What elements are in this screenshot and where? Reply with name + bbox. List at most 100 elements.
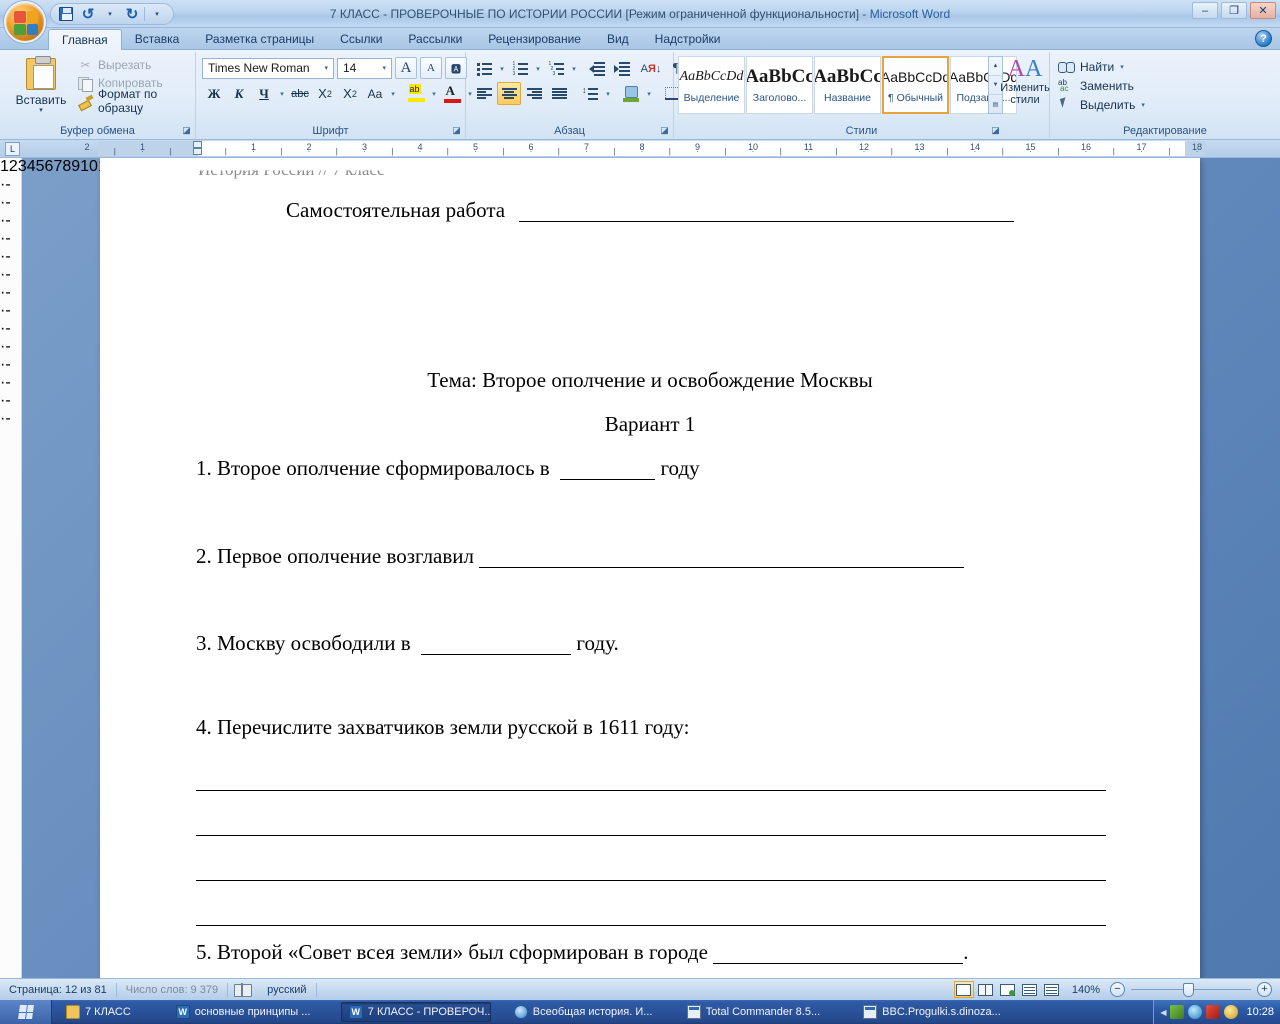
save-icon[interactable] (56, 5, 76, 23)
zoom-slider[interactable] (1131, 982, 1251, 997)
justify-button[interactable] (547, 82, 571, 105)
highlight-dropdown-icon[interactable]: ▾ (429, 90, 439, 98)
document-line-topic[interactable]: Тема: Второе ополчение и освобождение Мо… (100, 222, 1200, 391)
view-print-layout-button[interactable] (953, 981, 974, 998)
view-outline-button[interactable] (1020, 981, 1040, 998)
find-button[interactable]: Найти ▾ (1058, 57, 1188, 76)
tab-glavnaya[interactable]: Главная (48, 29, 122, 50)
font-name-combobox[interactable]: Times New Roman ▾ (202, 57, 334, 79)
zoom-slider-thumb[interactable] (1183, 983, 1194, 997)
shading-dropdown-icon[interactable]: ▾ (644, 90, 654, 98)
undo-dropdown-icon[interactable]: ▾ (100, 5, 120, 23)
align-right-button[interactable] (522, 82, 546, 105)
taskbar-item-total-commander[interactable]: Total Commander 8.5... (679, 1002, 828, 1022)
document-page[interactable]: История России // 7 класс Самостоятельна… (100, 158, 1200, 978)
page-indicator[interactable]: Страница: 12 из 81 (0, 979, 116, 1001)
zoom-level[interactable]: 140% (1064, 984, 1108, 996)
system-clock[interactable]: 10:28 (1242, 1006, 1274, 1018)
tab-nadstroyki[interactable]: Надстройки (642, 28, 734, 50)
document-line-title[interactable]: Самостоятельная работа (100, 182, 1200, 222)
taskbar-item-bbc-progulki[interactable]: BBC.Progulki.s.dinoza... (855, 1002, 1005, 1022)
style-nazvanie[interactable]: AaBbCc Название (814, 56, 881, 114)
sort-button[interactable]: AЯ↓ (639, 57, 663, 80)
paste-button[interactable]: Вставить ▾ (10, 56, 72, 114)
clipboard-dialog-launcher-icon[interactable]: ◪ (181, 125, 192, 136)
styles-dialog-launcher-icon[interactable]: ◪ (990, 125, 1001, 136)
select-dropdown-icon[interactable]: ▾ (1141, 101, 1145, 109)
replace-button[interactable]: Заменить (1058, 76, 1188, 95)
subscript-button[interactable]: X2 (313, 82, 337, 105)
find-dropdown-icon[interactable]: ▾ (1120, 63, 1124, 71)
help-icon[interactable]: ? (1255, 30, 1272, 47)
tab-ssylki[interactable]: Ссылки (327, 28, 395, 50)
zoom-out-button[interactable]: − (1110, 982, 1125, 997)
tray-expand-icon[interactable]: ◀ (1160, 1008, 1166, 1017)
change-case-dropdown-icon[interactable]: ▾ (388, 90, 398, 98)
tab-stop-selector[interactable]: L (5, 142, 20, 156)
shrink-font-button[interactable]: A (420, 57, 442, 79)
hanging-indent-marker[interactable] (193, 148, 202, 155)
change-case-button[interactable]: Aa (363, 82, 387, 105)
grow-font-button[interactable]: A (395, 57, 417, 79)
close-button[interactable]: ✕ (1250, 2, 1276, 19)
multilevel-list-button[interactable]: 123 (544, 57, 568, 80)
tray-icon-2[interactable] (1188, 1005, 1203, 1019)
tray-icon-1[interactable] (1170, 1005, 1185, 1019)
spell-check-icon[interactable] (234, 982, 253, 998)
tab-vid[interactable]: Вид (594, 28, 642, 50)
document-body[interactable]: Самостоятельная работа Тема: Второе опол… (100, 182, 1200, 964)
multilevel-dropdown-icon[interactable]: ▾ (569, 65, 579, 73)
document-line-q5[interactable]: 5. Второй «Совет всея земли» был сформир… (100, 926, 1200, 964)
document-line-q3[interactable]: 3. Москву освободили в году. (100, 568, 1200, 655)
decrease-indent-button[interactable] (585, 57, 609, 80)
superscript-button[interactable]: X2 (338, 82, 362, 105)
start-button[interactable] (0, 1000, 52, 1024)
font-name-dropdown-icon[interactable]: ▾ (321, 64, 331, 72)
underline-dropdown-icon[interactable]: ▾ (277, 90, 287, 98)
redo-icon[interactable]: ↻ (122, 5, 142, 23)
paragraph-dialog-launcher-icon[interactable]: ◪ (659, 125, 670, 136)
horizontal-ruler[interactable]: L 21123456789101112131415161718|·|·|·|·|… (0, 140, 1280, 158)
font-size-combobox[interactable]: 14 ▾ (337, 57, 392, 79)
minimize-button[interactable]: – (1192, 2, 1218, 19)
undo-icon[interactable]: ↺ (78, 5, 98, 23)
format-painter-button[interactable]: Формат по образцу (76, 87, 192, 115)
document-line-q2[interactable]: 2. Первое ополчение возглавил (100, 480, 1200, 568)
increase-indent-button[interactable] (610, 57, 634, 80)
style-obychnyy[interactable]: AaBbCcDd ¶ Обычный (882, 56, 949, 114)
tab-razmetka-stranitsy[interactable]: Разметка страницы (192, 28, 327, 50)
document-line-q1[interactable]: 1. Второе ополчение сформировалось в год… (100, 435, 1200, 480)
underline-button[interactable]: Ч (252, 82, 276, 105)
document-line-variant[interactable]: Вариант 1 (100, 391, 1200, 435)
tray-icon-3[interactable] (1206, 1005, 1221, 1019)
italic-button[interactable]: К (227, 82, 251, 105)
align-center-button[interactable] (497, 82, 521, 105)
document-answer-line-1[interactable] (100, 738, 1200, 791)
taskbar-item-vseobshchaya-istoriya[interactable]: Всеобщая история. И... (506, 1002, 656, 1022)
numbering-button[interactable]: 123 (508, 57, 532, 80)
bullets-button[interactable] (472, 57, 496, 80)
word-count[interactable]: Число слов: 9 379 (117, 979, 227, 1001)
font-size-dropdown-icon[interactable]: ▾ (379, 64, 389, 72)
strikethrough-button[interactable]: abc (288, 82, 312, 105)
font-dialog-launcher-icon[interactable]: ◪ (451, 125, 462, 136)
paste-dropdown-icon[interactable]: ▾ (39, 106, 43, 114)
tray-icon-4[interactable] (1224, 1005, 1239, 1019)
document-line-q4[interactable]: 4. Перечислите захватчиков земли русской… (100, 655, 1200, 738)
style-zagolovok[interactable]: AaBbCc Заголово... (746, 56, 813, 114)
styles-scroll-up-icon[interactable]: ▲ (989, 57, 1002, 76)
cut-button[interactable]: ✂ Вырезать (76, 56, 192, 74)
document-answer-line-4[interactable] (100, 881, 1200, 926)
document-answer-line-3[interactable] (100, 836, 1200, 881)
select-button[interactable]: Выделить ▾ (1058, 95, 1188, 114)
zoom-in-button[interactable]: + (1257, 982, 1272, 997)
ruler-track[interactable]: 21123456789101112131415161718|·|·|·|·|·|… (84, 141, 1205, 156)
customize-qat-icon[interactable]: ▾ (147, 5, 167, 23)
taskbar-item-7klass-proverochnye[interactable]: W 7 КЛАСС - ПРОВЕРОЧ... (340, 1002, 491, 1022)
taskbar-item-7klass[interactable]: 7 КЛАСС (58, 1002, 139, 1022)
numbering-dropdown-icon[interactable]: ▾ (533, 65, 543, 73)
tab-rassylki[interactable]: Рассылки (395, 28, 475, 50)
view-full-screen-reading-button[interactable] (976, 981, 996, 998)
vertical-ruler[interactable]: 1234567891011121314-·-·-·-·-·-·-·-·-·-·-… (0, 158, 172, 978)
bold-button[interactable]: Ж (202, 82, 226, 105)
